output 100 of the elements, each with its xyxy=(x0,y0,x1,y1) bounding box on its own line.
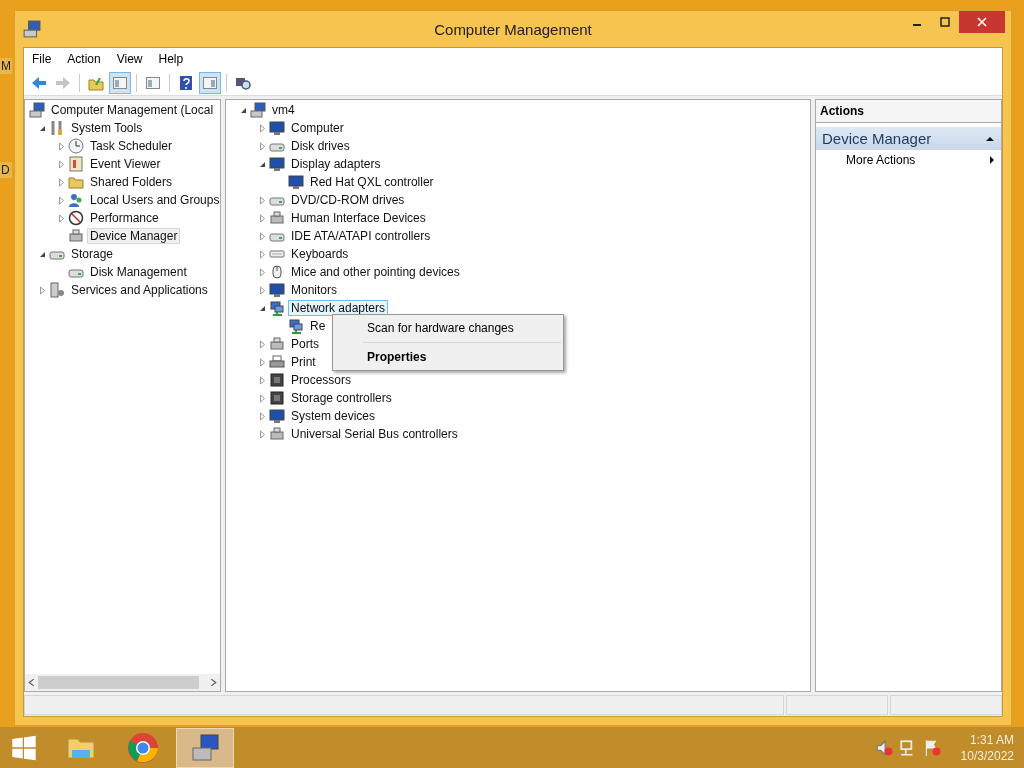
expand-arrow[interactable] xyxy=(258,249,267,259)
tree-item[interactable]: Performance xyxy=(87,210,162,226)
monitor-icon xyxy=(269,408,285,424)
desktop-icon-label[interactable]: M xyxy=(0,58,12,74)
tree-item[interactable]: Print xyxy=(288,354,319,370)
horizontal-scrollbar[interactable] xyxy=(25,674,220,691)
expand-arrow[interactable] xyxy=(258,285,267,295)
expand-arrow[interactable] xyxy=(258,231,267,241)
arrow-icon xyxy=(31,74,47,91)
submenu-arrow-icon xyxy=(989,155,995,165)
pane-icon xyxy=(202,74,218,91)
expand-arrow[interactable] xyxy=(258,267,267,277)
device-icon xyxy=(68,228,84,244)
menu-item[interactable]: View xyxy=(108,52,151,66)
expand-arrow[interactable] xyxy=(258,213,267,223)
device-icon xyxy=(269,426,285,442)
tree-item[interactable]: Storage controllers xyxy=(288,390,395,406)
computer-management-button[interactable] xyxy=(176,727,234,768)
menu-item[interactable]: Help xyxy=(150,52,192,66)
menu-item[interactable]: Action xyxy=(59,52,109,66)
computer-icon xyxy=(29,102,45,118)
tree-item[interactable]: Display adapters xyxy=(288,156,384,172)
expand-arrow[interactable] xyxy=(258,339,267,349)
monitor-icon xyxy=(269,156,285,172)
scroll-right-icon[interactable] xyxy=(209,678,218,687)
arrow-icon xyxy=(55,74,71,91)
monitor-icon xyxy=(288,174,304,190)
tree-item[interactable]: Services and Applications xyxy=(68,282,211,298)
computer-icon xyxy=(189,731,221,764)
window-title: Computer Management xyxy=(434,20,592,38)
printer-icon xyxy=(269,354,285,370)
tree-item[interactable]: Network adapters xyxy=(288,300,389,316)
expand-arrow[interactable] xyxy=(57,159,66,169)
expand-arrow[interactable] xyxy=(57,141,66,151)
monitor-icon xyxy=(269,282,285,298)
expand-arrow[interactable] xyxy=(258,393,267,403)
tree-item[interactable]: Disk drives xyxy=(288,138,353,154)
tree-item[interactable]: Event Viewer xyxy=(87,156,164,172)
tree-item[interactable]: Local Users and Groups xyxy=(87,192,223,208)
tree-item[interactable]: Computer Management (Local xyxy=(48,102,217,118)
tree-item[interactable]: Task Scheduler xyxy=(87,138,176,154)
tree-item[interactable]: Ports xyxy=(288,336,322,352)
desktop-icon-label[interactable]: D xyxy=(0,162,12,178)
tools-icon xyxy=(49,120,65,136)
device-icon xyxy=(269,210,285,226)
browser-icon xyxy=(127,731,159,764)
expand-arrow[interactable] xyxy=(57,195,66,205)
help-icon xyxy=(178,74,194,91)
tree-item[interactable]: System devices xyxy=(288,408,379,424)
log-icon xyxy=(68,156,84,172)
tree-item[interactable]: System Tools xyxy=(68,120,146,136)
close-button[interactable] xyxy=(959,11,1005,33)
scroll-left-icon[interactable] xyxy=(27,678,36,687)
users-icon xyxy=(68,192,84,208)
menu-item[interactable]: File xyxy=(24,52,60,66)
expand-arrow[interactable] xyxy=(38,285,47,295)
computer-icon xyxy=(250,102,266,118)
tree-item[interactable]: Human Interface Devices xyxy=(288,210,429,226)
tree-item[interactable]: Disk Management xyxy=(87,264,190,280)
action-pane-button[interactable] xyxy=(199,71,221,94)
close-icon xyxy=(977,17,987,27)
expand-arrow[interactable] xyxy=(57,177,66,187)
server-icon xyxy=(49,282,65,298)
pane-icon xyxy=(112,74,128,91)
expand-arrow[interactable] xyxy=(258,375,267,385)
menu-item[interactable]: Scan for hardware changes xyxy=(333,317,563,339)
expand-arrow[interactable] xyxy=(258,195,267,205)
network-icon xyxy=(288,318,304,334)
expand-arrow[interactable] xyxy=(258,357,267,367)
speaker-muted-icon[interactable] xyxy=(874,738,893,757)
tree-item[interactable]: IDE ATA/ATAPI controllers xyxy=(288,228,434,244)
folder-icon xyxy=(68,174,84,190)
tree-item[interactable]: Computer xyxy=(288,120,347,136)
tree-item[interactable]: Red Hat QXL controller xyxy=(307,174,437,190)
monitor-icon xyxy=(269,120,285,136)
expand-arrow[interactable] xyxy=(258,429,267,439)
tree-item[interactable]: Storage xyxy=(68,246,117,262)
tree-item[interactable]: Shared Folders xyxy=(87,174,176,190)
maximize-icon xyxy=(940,17,950,27)
tree-item[interactable]: DVD/CD-ROM drives xyxy=(288,192,408,208)
expand-arrow[interactable] xyxy=(258,123,267,133)
expand-arrow[interactable] xyxy=(258,411,267,421)
tree-item[interactable]: Keyboards xyxy=(288,246,352,262)
expand-arrow[interactable] xyxy=(258,141,267,151)
menu-item[interactable]: Properties xyxy=(333,346,563,368)
expand-arrow[interactable] xyxy=(57,213,66,223)
tree-item[interactable]: Universal Serial Bus controllers xyxy=(288,426,461,442)
prohibited-sign-icon xyxy=(68,210,84,226)
tree-item[interactable]: vm4 xyxy=(269,102,298,118)
chip-icon xyxy=(269,372,285,388)
section-header[interactable]: Device Manager xyxy=(816,127,1001,150)
tree-item[interactable]: Mice and other pointing devices xyxy=(288,264,463,280)
action-link[interactable]: More Actions xyxy=(846,153,916,167)
pane-header: Actions xyxy=(816,100,1001,123)
tree-item[interactable]: Processors xyxy=(288,372,355,388)
device-icon xyxy=(269,336,285,352)
console-tree-button[interactable] xyxy=(109,71,131,94)
tree-item[interactable]: Device Manager xyxy=(87,228,181,244)
tree-item[interactable]: Re xyxy=(307,318,329,334)
tree-item[interactable]: Monitors xyxy=(288,282,340,298)
